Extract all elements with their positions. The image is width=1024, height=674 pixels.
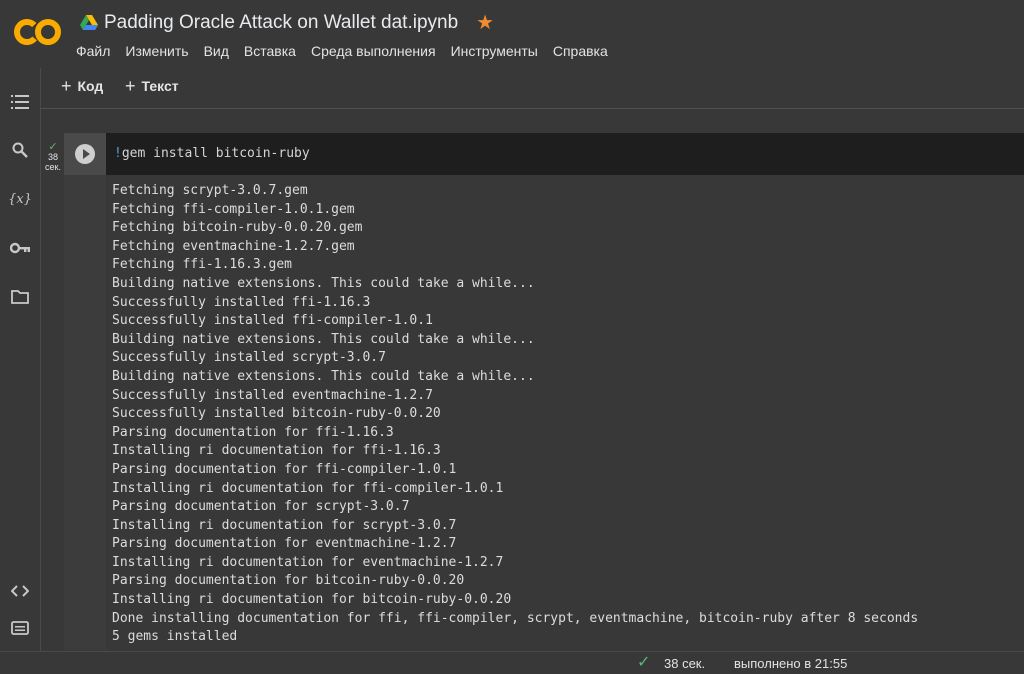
output-gutter: [64, 175, 106, 650]
code-snippets-icon[interactable]: [10, 581, 30, 601]
status-completed: выполнено в 21:55: [734, 656, 848, 671]
notebook-title-bar: Padding Oracle Attack on Wallet dat.ipyn…: [80, 10, 494, 36]
exec-time-unit: сек.: [45, 162, 61, 172]
menu-view[interactable]: Вид: [204, 43, 237, 59]
exec-time-value: 38: [47, 152, 58, 162]
header: Padding Oracle Attack on Wallet dat.ipyn…: [0, 0, 1024, 68]
variables-icon[interactable]: {x}: [8, 189, 32, 209]
output-line: Parsing documentation for scrypt-3.0.7: [112, 499, 410, 515]
toc-icon[interactable]: [10, 92, 30, 112]
output-line: Successfully installed bitcoin-ruby-0.0.…: [112, 406, 441, 422]
output-line: Installing ri documentation for eventmac…: [112, 554, 504, 570]
notebook-title[interactable]: Padding Oracle Attack on Wallet dat.ipyn…: [104, 12, 458, 34]
output-line: Building native extensions. This could t…: [112, 331, 535, 347]
output-line: Fetching eventmachine-1.2.7.gem: [112, 238, 355, 254]
output-line: Installing ri documentation for bitcoin-…: [112, 592, 512, 608]
menu-tools[interactable]: Инструменты: [451, 43, 546, 59]
output-line: Successfully installed ffi-1.16.3: [112, 294, 371, 310]
output-line: Parsing documentation for ffi-compiler-1…: [112, 461, 457, 477]
check-icon: ✓: [48, 141, 58, 153]
output-line: Installing ri documentation for ffi-1.16…: [112, 443, 441, 459]
code-line: !gem install bitcoin-ruby: [114, 146, 310, 161]
star-icon[interactable]: ★: [476, 13, 494, 33]
code-editor[interactable]: !gem install bitcoin-ruby: [106, 133, 1024, 175]
status-bar: ✓ 38 сек. выполнено в 21:55: [0, 651, 1024, 674]
output-line: Successfully installed scrypt-3.0.7: [112, 350, 386, 366]
google-drive-icon: [80, 15, 98, 30]
output-line: Installing ri documentation for ffi-comp…: [112, 480, 504, 496]
execution-info: ✓ 38 сек.: [43, 141, 63, 173]
output-line: Fetching bitcoin-ruby-0.0.20.gem: [112, 220, 363, 236]
menu-file[interactable]: Файл: [76, 43, 118, 59]
terminal-icon[interactable]: [10, 618, 30, 638]
shell-bang: !: [114, 146, 122, 161]
menu-runtime[interactable]: Среда выполнения: [311, 43, 444, 59]
plus-icon: +: [125, 76, 136, 96]
output-line: Fetching ffi-1.16.3.gem: [112, 257, 293, 273]
plus-icon: +: [61, 76, 72, 96]
run-cell-button[interactable]: [75, 144, 95, 164]
menu-edit[interactable]: Изменить: [125, 43, 196, 59]
add-code-button[interactable]: + Код: [61, 76, 104, 96]
output-line: Installing ri documentation for scrypt-3…: [112, 517, 457, 533]
colab-window: Padding Oracle Attack on Wallet dat.ipyn…: [0, 0, 1024, 674]
folder-icon[interactable]: [10, 287, 30, 307]
add-text-button[interactable]: + Текст: [125, 76, 179, 96]
colab-logo[interactable]: [12, 10, 64, 54]
output-line: Successfully installed eventmachine-1.2.…: [112, 387, 433, 403]
output-line: 5 gems installed: [112, 629, 238, 645]
output-line: Parsing documentation for bitcoin-ruby-0…: [112, 573, 465, 589]
status-check-icon: ✓: [637, 654, 651, 671]
output-line: Building native extensions. This could t…: [112, 275, 535, 291]
add-text-label: Текст: [141, 78, 179, 94]
cell-output: Fetching scrypt-3.0.7.gem Fetching ffi-co…: [112, 182, 1012, 647]
search-icon[interactable]: [10, 140, 30, 160]
code-command: gem install bitcoin-ruby: [121, 146, 310, 161]
add-code-label: Код: [77, 78, 104, 94]
menu-help[interactable]: Справка: [553, 43, 616, 59]
output-line: Parsing documentation for ffi-1.16.3: [112, 424, 394, 440]
status-duration: 38 сек.: [664, 656, 706, 671]
menu-bar: Файл Изменить Вид Вставка Среда выполнен…: [76, 43, 623, 59]
output-line: Fetching scrypt-3.0.7.gem: [112, 183, 308, 198]
output-line: Done installing documentation for ffi, f…: [112, 610, 919, 626]
output-line: Successfully installed ffi-compiler-1.0.…: [112, 313, 433, 329]
key-icon[interactable]: [10, 238, 30, 258]
output-line: Fetching ffi-compiler-1.0.1.gem: [112, 201, 355, 217]
output-line: Parsing documentation for eventmachine-1…: [112, 536, 457, 552]
notebook-toolbar: + Код + Текст: [41, 68, 1024, 109]
left-sidebar: {x}: [0, 68, 41, 674]
output-line: Building native extensions. This could t…: [112, 368, 535, 384]
menu-insert[interactable]: Вставка: [244, 43, 304, 59]
